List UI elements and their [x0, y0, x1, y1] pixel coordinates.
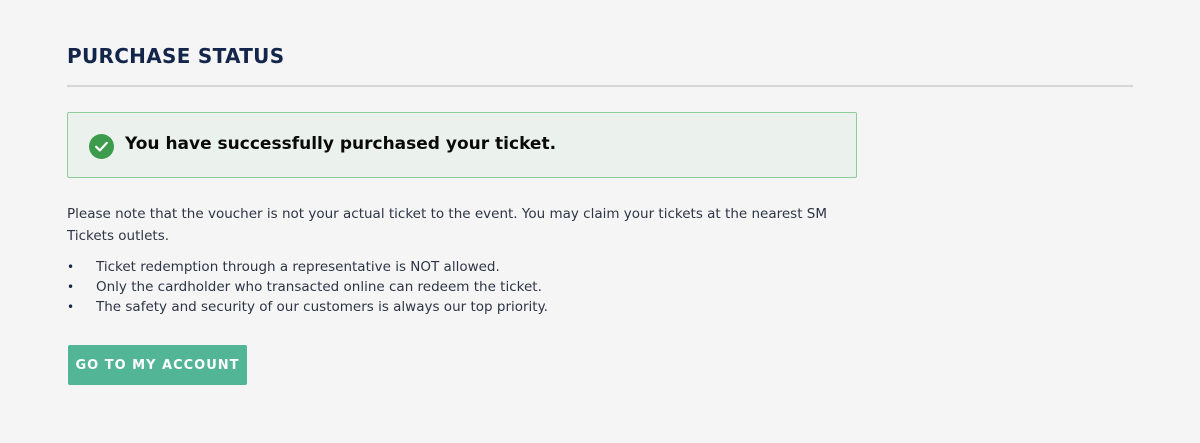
- success-message: You have successfully purchased your tic…: [125, 134, 557, 154]
- list-item-text: Ticket redemption through a representati…: [96, 259, 500, 275]
- page-title: PURCHASE STATUS: [67, 44, 285, 68]
- bullet-icon: •: [67, 300, 75, 314]
- list-item-text: The safety and security of our customers…: [96, 299, 548, 315]
- success-alert: You have successfully purchased your tic…: [67, 112, 857, 178]
- bullet-icon: •: [67, 280, 75, 294]
- voucher-note: Please note that the voucher is not your…: [67, 206, 827, 244]
- list-item: • Only the cardholder who transacted onli…: [67, 277, 548, 297]
- list-item: • The safety and security of our customer…: [67, 297, 548, 317]
- list-item-text: Only the cardholder who transacted onlin…: [96, 279, 542, 295]
- title-divider: [67, 85, 1133, 87]
- check-circle-icon: [89, 134, 114, 159]
- go-to-my-account-button[interactable]: GO TO MY ACCOUNT: [68, 345, 247, 385]
- bullet-icon: •: [67, 260, 75, 274]
- list-item: • Ticket redemption through a representat…: [67, 257, 548, 277]
- notes-list: • Ticket redemption through a representat…: [67, 257, 548, 317]
